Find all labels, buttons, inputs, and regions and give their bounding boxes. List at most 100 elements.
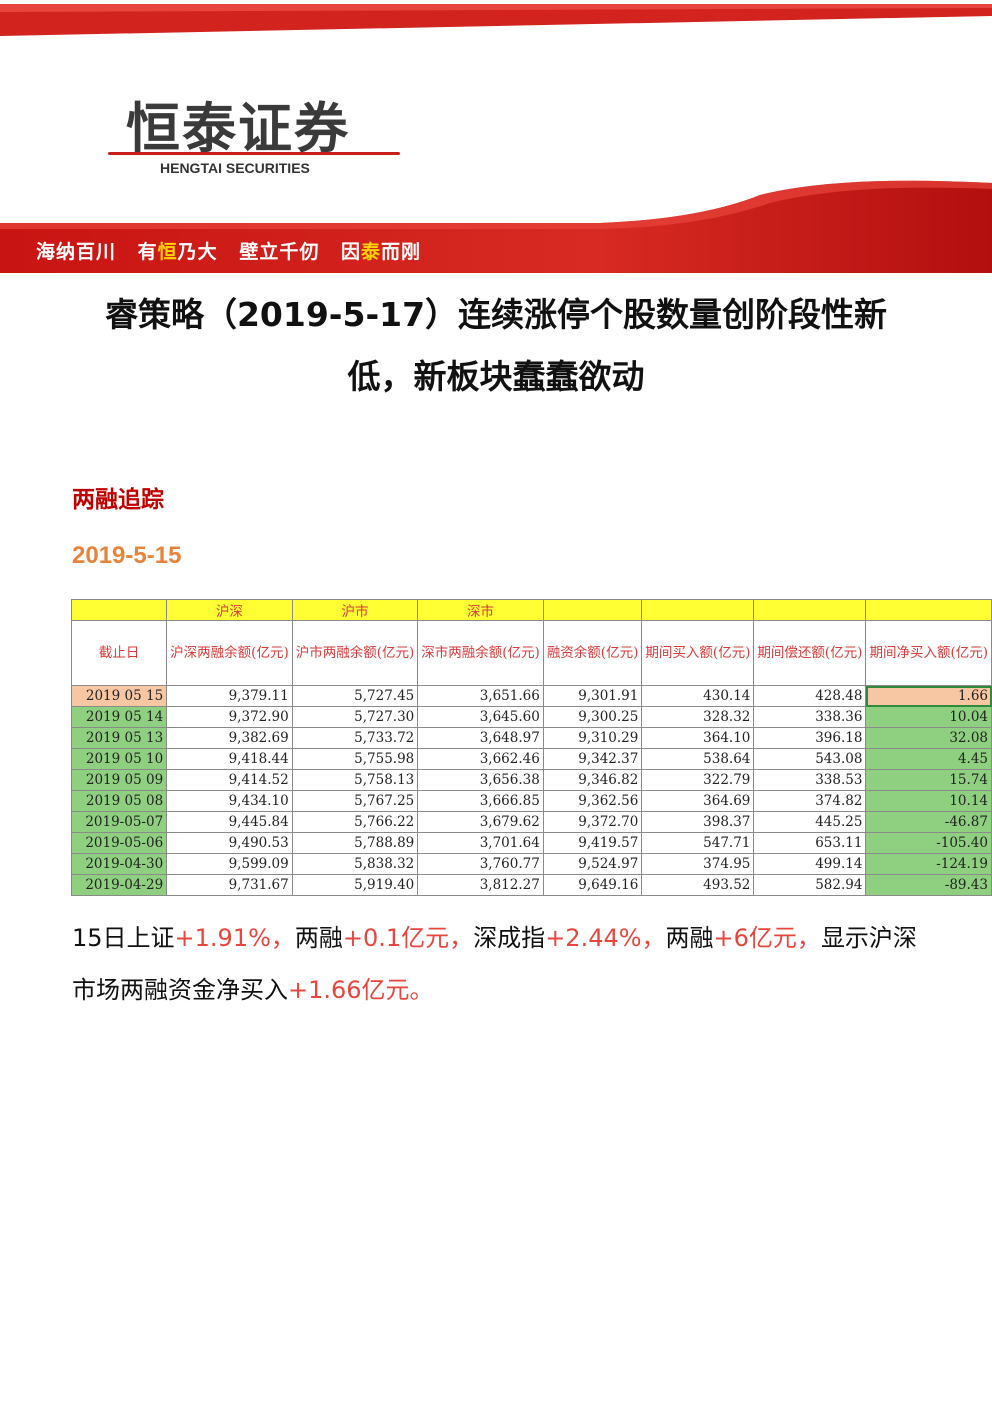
value-cell: 9,599.09 [166,853,293,875]
value-cell: 3,651.66 [417,685,544,707]
table-header-row: 截止日 沪深两融余额(亿元) 沪市两融余额(亿元) 深市两融余额(亿元) 融资余额(亿元… [70,620,992,686]
value-cell: 3,645.60 [417,706,544,728]
value-cell: 9,372.70 [542,811,643,833]
table-row: 2019 05 14 9,372.90 5,727.30 3,645.60 9,300.… [70,706,992,728]
date-cell: 2019 05 15 [70,685,168,707]
value-cell: 374.82 [753,790,867,812]
date-cell: 2019 05 08 [70,790,168,812]
value-cell: -46.87 [865,811,992,833]
column-header: 沪市两融余额(亿元) [291,620,419,686]
value-cell: 3,812.27 [417,874,544,896]
title-line-1: 睿策略（2019-5-17）连续涨停个股数量创阶段性新 [104,295,888,334]
value-cell: 9,301.91 [542,685,643,707]
date-cell: 2019 05 13 [70,727,168,749]
value-cell: 32.08 [865,727,992,749]
table-row: 2019 05 15 9,379.11 5,727.45 3,651.66 9,301.… [70,685,992,707]
column-header: 期间买入额(亿元) [641,620,755,686]
value-cell: 428.48 [753,685,867,707]
date-cell: 2019 05 10 [70,748,168,770]
table-group-row: 沪深 沪市 深市 [70,599,992,621]
value-cell: 9,300.25 [542,706,643,728]
value-cell: 5,755.98 [291,748,419,770]
value-cell: 543.08 [753,748,867,770]
value-cell: 5,727.45 [291,685,419,707]
section-title: 两融追踪 [72,487,164,513]
header-top-bar [0,4,992,36]
table-body: 2019 05 15 9,379.11 5,727.45 3,651.66 9,301.… [70,685,992,896]
group-header-cell [865,599,992,621]
value-cell: 364.10 [641,727,755,749]
table-row: 2019-05-07 9,445.84 5,766.22 3,679.62 9,372.… [70,811,992,833]
group-header-cell: 沪市 [291,599,419,621]
table-row: 2019 05 08 9,434.10 5,767.25 3,666.85 9,362.… [70,790,992,812]
summary-highlight: +1.91%， [174,924,295,952]
table-row: 2019 05 09 9,414.52 5,758.13 3,656.38 9,346.… [70,769,992,791]
title-line-2: 低，新板块蠢蠢欲动 [347,357,645,396]
value-cell: 3,656.38 [417,769,544,791]
value-cell: 9,418.44 [166,748,293,770]
value-cell: 9,649.16 [542,874,643,896]
value-cell: 5,727.30 [291,706,419,728]
value-cell: 9,419.57 [542,832,643,854]
table-row: 2019-04-29 9,731.67 5,919.40 3,812.27 9,649.… [70,874,992,896]
value-cell: 338.36 [753,706,867,728]
table-row: 2019 05 10 9,418.44 5,755.98 3,662.46 9,342.… [70,748,992,770]
value-cell: 9,379.11 [166,685,293,707]
group-header-cell [753,599,867,621]
value-cell: 1.66 [865,685,992,707]
value-cell: 430.14 [641,685,755,707]
value-cell: 3,679.62 [417,811,544,833]
summary-text: 两融 [665,924,714,952]
value-cell: 9,414.52 [166,769,293,791]
logo-english-name: HENGTAI SECURITIES [160,160,310,176]
value-cell: 338.53 [753,769,867,791]
value-cell: 9,362.56 [542,790,643,812]
date-cell: 2019 05 14 [70,706,168,728]
value-cell: 10.14 [865,790,992,812]
value-cell: -105.40 [865,832,992,854]
value-cell: 499.14 [753,853,867,875]
value-cell: 653.11 [753,832,867,854]
value-cell: 5,758.13 [291,769,419,791]
value-cell: 5,733.72 [291,727,419,749]
logo-underline [108,152,400,155]
date-cell: 2019-05-06 [70,832,168,854]
summary-paragraph: 15日上证+1.91%，两融+0.1亿元，深成指+2.44%，两融+6亿元，显示… [72,912,932,1016]
value-cell: 493.52 [641,874,755,896]
value-cell: 322.79 [641,769,755,791]
value-cell: 5,767.25 [291,790,419,812]
date-heading: 2019-5-15 [72,542,182,569]
summary-text: 两融 [294,924,343,952]
value-cell: -124.19 [865,853,992,875]
value-cell: 3,760.77 [417,853,544,875]
column-header: 截止日 [70,620,168,686]
value-cell: 9,346.82 [542,769,643,791]
summary-text: 15日上证 [72,924,175,952]
value-cell: 3,701.64 [417,832,544,854]
value-cell: 5,766.22 [291,811,419,833]
table-row: 2019 05 13 9,382.69 5,733.72 3,648.97 9,310.… [70,727,992,749]
document-title: 睿策略（2019-5-17）连续涨停个股数量创阶段性新 低，新板块蠢蠢欲动 [40,284,952,408]
company-logo: 恒泰证券 HENGTAI SECURITIES [108,82,408,182]
margin-trading-table: 沪深 沪市 深市 截止日 沪深两融余额(亿元) 沪市两融余额(亿元) 深市两融余额(亿元)… [70,599,992,896]
date-cell: 2019-05-07 [70,811,168,833]
slogan-part-3: 壁立千仞 [239,241,320,263]
value-cell: 396.18 [753,727,867,749]
value-cell: 9,372.90 [166,706,293,728]
value-cell: 9,490.53 [166,832,293,854]
value-cell: 3,648.97 [417,727,544,749]
value-cell: 9,382.69 [166,727,293,749]
value-cell: 374.95 [641,853,755,875]
value-cell: -89.43 [865,874,992,896]
value-cell: 538.64 [641,748,755,770]
value-cell: 4.45 [865,748,992,770]
value-cell: 10.04 [865,706,992,728]
value-cell: 3,662.46 [417,748,544,770]
slogan-part-1: 海纳百川 [36,241,117,263]
slogan-banner: 海纳百川 有恒乃大 壁立千仞 因泰而刚 [0,175,992,275]
value-cell: 9,342.37 [542,748,643,770]
summary-highlight: +1.66亿元。 [288,976,434,1004]
date-cell: 2019-04-30 [70,853,168,875]
value-cell: 445.25 [753,811,867,833]
value-cell: 9,731.67 [166,874,293,896]
